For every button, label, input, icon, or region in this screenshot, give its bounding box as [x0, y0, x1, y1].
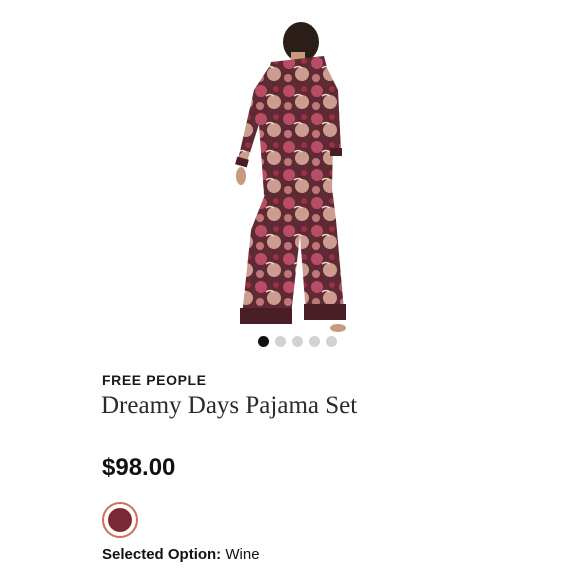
- product-info-card: FREE PEOPLE Dreamy Days Pajama Set $98.0…: [86, 356, 494, 580]
- selected-option-value: Wine: [225, 546, 260, 563]
- product-price: $98.00: [102, 454, 176, 481]
- brand-name[interactable]: FREE PEOPLE: [102, 372, 207, 388]
- carousel-dot-1[interactable]: [257, 336, 269, 347]
- selected-option-label: Selected Option:: [102, 546, 222, 563]
- product-image[interactable]: [86, 0, 494, 355]
- carousel-dot-2[interactable]: [274, 336, 286, 347]
- carousel-dot-5[interactable]: [325, 336, 337, 347]
- selected-option: Selected Option: Wine: [102, 546, 260, 563]
- swatch-color-fill: [108, 508, 132, 532]
- color-swatch-wine[interactable]: [102, 502, 138, 538]
- carousel-dot-3[interactable]: [291, 336, 303, 347]
- carousel-dot-4[interactable]: [308, 336, 320, 347]
- image-carousel-dots: [0, 336, 580, 350]
- pajama-photo: [235, 22, 346, 332]
- product-title: Dreamy Days Pajama Set: [101, 392, 358, 419]
